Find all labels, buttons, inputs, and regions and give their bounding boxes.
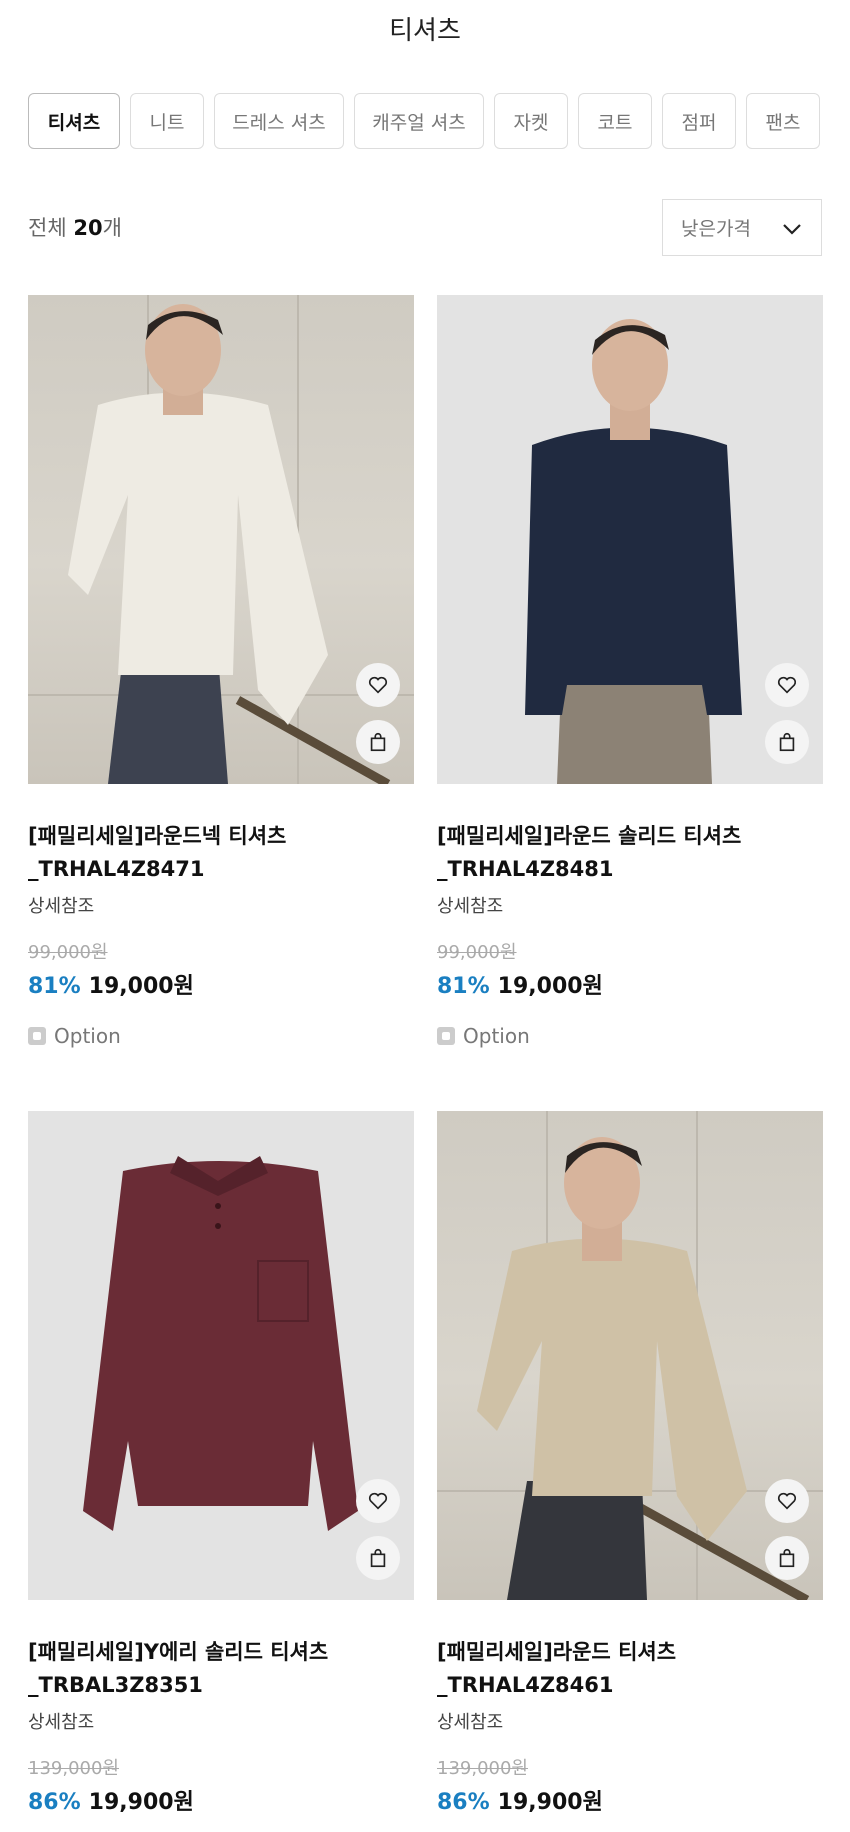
product-name[interactable]: [패밀리세일]Y에리 솔리드 티셔츠 _TRBAL3Z8351	[28, 1636, 414, 1702]
page-title: 티셔츠	[389, 16, 461, 46]
discount-rate: 81%	[28, 974, 81, 999]
product-subtitle: 상세참조	[437, 1712, 504, 1733]
product-name-line2: _TRBAL3Z8351	[28, 1673, 203, 1697]
product-name-line1: [패밀리세일]Y에리 솔리드 티셔츠	[28, 1640, 329, 1664]
original-price: 139,000원	[437, 1758, 528, 1779]
wishlist-button[interactable]	[765, 663, 809, 707]
product-name-line2: _TRHAL4Z8481	[437, 857, 614, 881]
tab-jumper[interactable]: 점퍼	[662, 93, 736, 149]
price-value: 19,000원	[88, 974, 194, 999]
sale-price: 81% 19,000원	[28, 968, 414, 1000]
product-name-line1: [패밀리세일]라운드넥 티셔츠	[28, 824, 287, 848]
original-price: 99,000원	[437, 942, 517, 963]
product-name[interactable]: [패밀리세일]라운드 솔리드 티셔츠 _TRHAL4Z8481	[437, 820, 823, 886]
product-name[interactable]: [패밀리세일]라운드 티셔츠 _TRHAL4Z8461	[437, 1636, 823, 1702]
price-value: 19,900원	[497, 1790, 603, 1815]
tab-jacket[interactable]: 자켓	[494, 93, 568, 149]
sale-price: 86% 19,900원	[437, 1784, 823, 1816]
product-name-line1: [패밀리세일]라운드 티셔츠	[437, 1640, 677, 1664]
sort-selected: 낮은가격	[681, 218, 751, 240]
product-name-line2: _TRHAL4Z8471	[28, 857, 205, 881]
product-subtitle: 상세참조	[28, 1712, 95, 1733]
price-value: 19,000원	[497, 974, 603, 999]
total-suffix: 개	[102, 216, 122, 240]
option-icon	[437, 1027, 455, 1045]
option-indicator: Option	[437, 1024, 823, 1048]
product-image[interactable]	[28, 1111, 414, 1600]
product-card[interactable]: [패밀리세일]라운드 티셔츠 _TRHAL4Z8461 상세참조 139,000…	[437, 1111, 823, 1816]
heart-icon	[777, 1492, 797, 1510]
option-label: Option	[54, 1024, 121, 1048]
category-tabs: 티셔츠 니트 드레스 셔츠 캐주얼 셔츠 자켓 코트 점퍼 팬츠	[28, 93, 820, 149]
original-price: 99,000원	[28, 942, 108, 963]
tab-knit[interactable]: 니트	[130, 93, 204, 149]
heart-icon	[777, 676, 797, 694]
product-card[interactable]: [패밀리세일]Y에리 솔리드 티셔츠 _TRBAL3Z8351 상세참조 139…	[28, 1111, 414, 1816]
product-subtitle: 상세참조	[437, 896, 504, 917]
discount-rate: 86%	[437, 1790, 490, 1815]
product-card[interactable]: [패밀리세일]라운드넥 티셔츠 _TRHAL4Z8471 상세참조 99,000…	[28, 295, 414, 1048]
discount-rate: 86%	[28, 1790, 81, 1815]
product-image[interactable]	[437, 1111, 823, 1600]
sale-price: 81% 19,000원	[437, 968, 823, 1000]
sale-price: 86% 19,900원	[28, 1784, 414, 1816]
option-label: Option	[463, 1024, 530, 1048]
product-card[interactable]: [패밀리세일]라운드 솔리드 티셔츠 _TRHAL4Z8481 상세참조 99,…	[437, 295, 823, 1048]
wishlist-button[interactable]	[356, 663, 400, 707]
add-to-cart-button[interactable]	[765, 1536, 809, 1580]
wishlist-button[interactable]	[765, 1479, 809, 1523]
product-image[interactable]	[28, 295, 414, 784]
total-number: 20	[73, 216, 103, 240]
option-indicator: Option	[28, 1024, 414, 1048]
add-to-cart-button[interactable]	[765, 720, 809, 764]
tab-dress-shirts[interactable]: 드레스 셔츠	[214, 93, 344, 149]
product-image[interactable]	[437, 295, 823, 784]
shopping-bag-icon	[370, 732, 386, 752]
heart-icon	[368, 1492, 388, 1510]
product-name-line2: _TRHAL4Z8461	[437, 1673, 614, 1697]
product-name[interactable]: [패밀리세일]라운드넥 티셔츠 _TRHAL4Z8471	[28, 820, 414, 886]
shopping-bag-icon	[370, 1548, 386, 1568]
chevron-down-icon	[783, 224, 801, 235]
sort-dropdown[interactable]: 낮은가격	[662, 199, 822, 256]
wishlist-button[interactable]	[356, 1479, 400, 1523]
product-subtitle: 상세참조	[28, 896, 95, 917]
tab-coat[interactable]: 코트	[578, 93, 652, 149]
tab-casual-shirts[interactable]: 캐주얼 셔츠	[354, 93, 484, 149]
total-prefix: 전체	[28, 216, 67, 240]
shopping-bag-icon	[779, 732, 795, 752]
tab-pants[interactable]: 팬츠	[746, 93, 820, 149]
shopping-bag-icon	[779, 1548, 795, 1568]
tab-tshirts[interactable]: 티셔츠	[28, 93, 120, 149]
price-value: 19,900원	[88, 1790, 194, 1815]
discount-rate: 81%	[437, 974, 490, 999]
heart-icon	[368, 676, 388, 694]
original-price: 139,000원	[28, 1758, 119, 1779]
add-to-cart-button[interactable]	[356, 1536, 400, 1580]
product-name-line1: [패밀리세일]라운드 솔리드 티셔츠	[437, 824, 742, 848]
add-to-cart-button[interactable]	[356, 720, 400, 764]
total-count: 전체 20개	[28, 212, 122, 242]
option-icon	[28, 1027, 46, 1045]
